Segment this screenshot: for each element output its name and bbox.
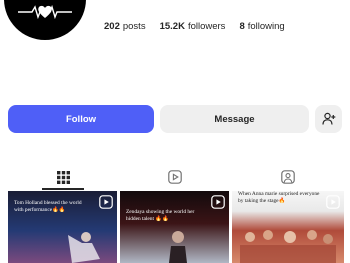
suggested-users-button[interactable] xyxy=(315,105,342,133)
profile-stats: 202 posts 15.2K followers 8 following xyxy=(104,21,285,32)
post-caption: Tom Holland blessed the world with perfo… xyxy=(14,200,82,213)
grid-icon xyxy=(56,170,70,184)
follow-button[interactable]: Follow xyxy=(8,105,154,133)
tab-tagged[interactable] xyxy=(258,165,318,189)
post-tile[interactable]: Zendaya showing the world her hidden tal… xyxy=(120,191,229,263)
tagged-icon xyxy=(281,170,295,184)
following-value: 8 xyxy=(239,21,245,32)
reel-play-icon xyxy=(211,195,225,209)
posts-value: 202 xyxy=(104,21,120,32)
following-label: following xyxy=(247,21,285,32)
reel-play-icon xyxy=(99,195,113,209)
posts-label: posts xyxy=(122,21,146,32)
singer-figure xyxy=(169,231,187,263)
add-person-icon xyxy=(321,112,335,125)
heartbeat-logo-icon xyxy=(18,4,72,20)
posts-count[interactable]: 202 posts xyxy=(104,21,146,32)
performer-figure xyxy=(68,232,100,263)
tab-reels[interactable] xyxy=(145,165,205,189)
audience-figures xyxy=(240,230,336,263)
reel-play-icon xyxy=(326,195,340,209)
followers-value: 15.2K xyxy=(159,21,185,32)
message-button[interactable]: Message xyxy=(160,105,309,133)
active-tab-indicator xyxy=(42,188,84,190)
followers-label: followers xyxy=(187,21,226,32)
following-count[interactable]: 8 following xyxy=(239,21,284,32)
posts-grid: Tom Holland blessed the world with perfo… xyxy=(8,191,344,263)
post-caption: Zendaya showing the world her hidden tal… xyxy=(126,209,195,222)
post-tile[interactable]: When Anna marie surprised everyone by ta… xyxy=(232,191,344,263)
post-tile[interactable]: Tom Holland blessed the world with perfo… xyxy=(8,191,117,263)
tab-posts[interactable] xyxy=(33,165,93,189)
reels-icon xyxy=(168,170,182,184)
profile-tabs xyxy=(0,165,350,190)
followers-count[interactable]: 15.2K followers xyxy=(160,21,226,32)
profile-avatar[interactable] xyxy=(4,0,86,40)
post-caption: When Anna marie surprised everyone by ta… xyxy=(238,191,320,204)
